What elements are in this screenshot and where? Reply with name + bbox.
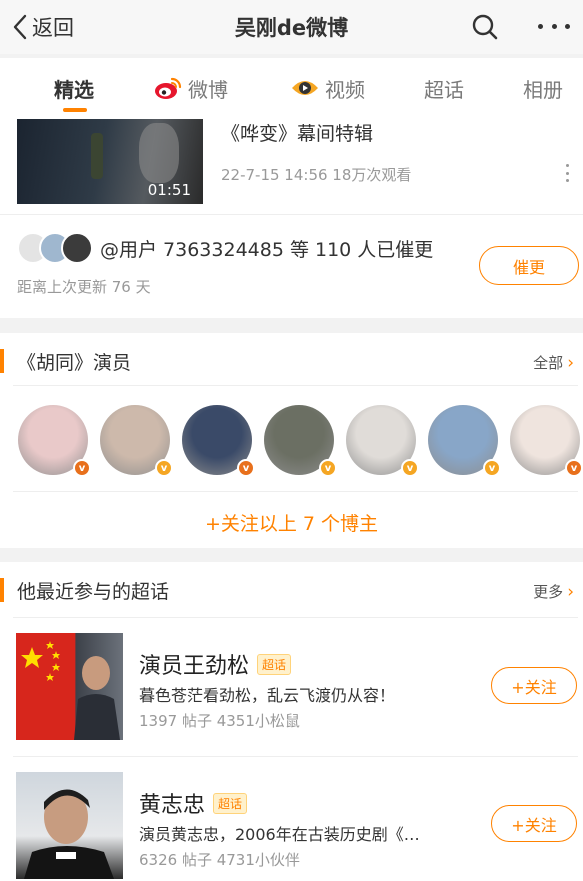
supertopic-tag: 超话 [213,792,248,814]
dot-icon [566,179,569,182]
update-reminder: @用户 7363324485 等 110 人已催更 距离上次更新 76 天 催更 [0,214,583,318]
follow-topic-button[interactable]: +关注 [491,667,577,704]
cast-avatar[interactable]: v [346,405,419,477]
video-duration: 01:51 [147,181,191,199]
supertopic-section: 他最近参与的超话 更多 › 演员王劲松 超话 暮色苍茫看劲松，乱云飞渡仍从容！ … [0,562,583,881]
divider [13,385,578,386]
topic-description: 暮色苍茫看劲松，乱云飞渡仍从容！ [139,686,396,705]
search-button[interactable] [471,13,499,41]
tab-weibo[interactable]: 微博 [154,74,228,102]
topic-name[interactable]: 演员王劲松 超话 [139,648,292,680]
tab-video[interactable]: 视频 [291,74,365,102]
tab-label: 相册 [523,77,563,102]
verified-icon: v [73,459,91,477]
section-title: 他最近参与的超话 [17,581,170,603]
divider [13,491,578,492]
top-nav-bar: 返回 吴刚de微博 [0,0,583,54]
topic-item[interactable]: 黄志忠 超话 演员黄志忠，2006年在古装历史剧《… 6326 帖子 4731小… [0,757,583,881]
active-tab-indicator [63,108,87,112]
dot-icon [566,171,569,175]
topic-name-text: 黄志忠 [139,793,206,818]
cast-avatar-row: v v v v v v v [18,405,583,477]
link-label: 全部 [533,354,564,372]
verified-icon: v [155,459,173,477]
thumbnail-face [139,123,179,183]
video-item[interactable]: 01:51 《哗变》幕间特辑 22-7-15 14:56 18万次观看 [0,116,583,214]
video-title[interactable]: 《哗变》幕间特辑 [221,119,373,146]
urge-update-button[interactable]: 催更 [479,246,579,285]
tab-label: 视频 [325,77,365,102]
tab-label: 超话 [424,77,464,102]
cast-avatar[interactable]: v [428,405,501,477]
dot-icon [566,164,569,167]
topic-stats: 1397 帖子 4351小松鼠 [139,712,300,730]
video-thumbnail[interactable]: 01:51 [17,119,203,204]
avatar [61,232,93,264]
weibo-logo-icon [155,77,182,99]
cast-avatar[interactable]: v [264,405,337,477]
more-options-button[interactable] [538,24,570,32]
follow-all-button[interactable]: +关注以上 7 个博主 [0,509,583,536]
video-eye-icon [292,81,318,95]
cast-avatar[interactable]: v [182,405,255,477]
verified-icon: v [237,459,255,477]
tab-featured[interactable]: 精选 [54,74,94,102]
verified-icon: v [319,459,337,477]
video-more-button[interactable] [566,164,570,182]
video-meta: 22-7-15 14:56 18万次观看 [221,166,412,184]
reminder-avatars [17,232,95,264]
topic-image[interactable] [16,772,123,879]
cast-avatar[interactable]: v [510,405,583,477]
topic-name[interactable]: 黄志忠 超话 [139,787,248,819]
last-update-text: 距离上次更新 76 天 [17,278,151,296]
section-accent-bar [0,349,4,373]
dot-icon [551,24,557,29]
link-label: 更多 [533,583,564,601]
verified-icon: v [483,459,501,477]
section-title: 《胡同》演员 [17,352,132,374]
tab-supertopic[interactable]: 超话 [424,74,464,102]
portrait-icon [24,789,114,879]
topic-name-text: 演员王劲松 [139,654,250,679]
reminder-text: @用户 7363324485 等 110 人已催更 [100,239,434,261]
view-all-link[interactable]: 全部 › [533,352,574,373]
dot-icon [538,24,543,29]
cast-section: 《胡同》演员 全部 › v v v v v v v +关注以上 7 个博主 [0,333,583,548]
verified-icon: v [565,459,583,477]
supertopic-tag: 超话 [257,653,292,675]
follow-topic-button[interactable]: +关注 [491,805,577,842]
chevron-right-icon: › [567,581,574,602]
cast-avatar[interactable]: v [18,405,91,477]
tab-label: 精选 [54,77,94,102]
topic-description: 演员黄志忠，2006年在古装历史剧《… [139,825,420,844]
tab-label: 微博 [188,77,228,102]
topic-item[interactable]: 演员王劲松 超话 暮色苍茫看劲松，乱云飞渡仍从容！ 1397 帖子 4351小松… [0,618,583,748]
more-topics-link[interactable]: 更多 › [533,581,574,602]
section-accent-bar [0,578,4,602]
flag-stars-icon [21,641,120,740]
verified-icon: v [401,459,419,477]
cast-avatar[interactable]: v [100,405,173,477]
chevron-right-icon: › [567,352,574,373]
profile-tabs: 精选 微博 视频 超话 相册 [0,58,583,116]
topic-image[interactable] [16,633,123,740]
dot-icon [565,24,570,29]
search-icon [472,14,498,40]
thumbnail-figure [91,133,103,179]
tab-album[interactable]: 相册 [523,74,563,102]
topic-stats: 6326 帖子 4731小伙伴 [139,851,300,869]
